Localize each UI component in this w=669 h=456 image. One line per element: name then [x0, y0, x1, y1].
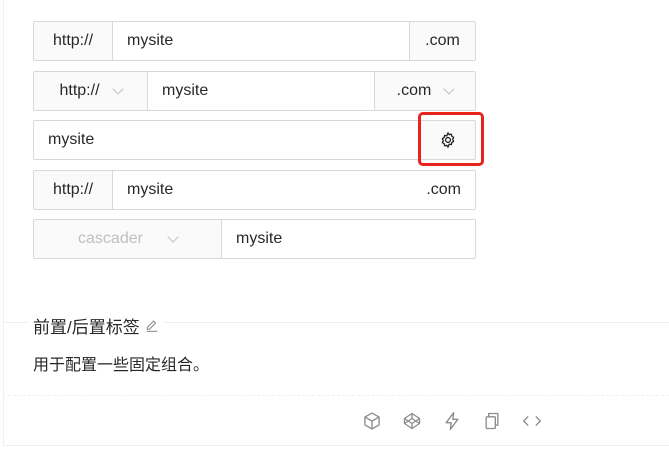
prefix-addon: http://: [33, 170, 113, 210]
section-title-text: 前置/后置标签: [33, 318, 140, 337]
cascader-placeholder: cascader: [78, 230, 143, 247]
copy-icon[interactable]: [480, 409, 504, 433]
domain-select-value: .com: [396, 82, 432, 99]
site-input[interactable]: mysite: [113, 21, 409, 61]
edit-icon[interactable]: [144, 318, 160, 334]
input-group-addon: http:// mysite .com: [33, 21, 476, 61]
input-group-cascader: cascader mysite: [33, 219, 476, 259]
suffix-addon: .com: [409, 21, 476, 61]
site-input[interactable]: mysite: [222, 219, 476, 259]
highlight-box: [418, 112, 484, 166]
input-suffix: .com: [426, 181, 461, 198]
site-input-value: mysite: [236, 230, 283, 247]
chevron-down-icon: [443, 82, 455, 95]
site-input[interactable]: mysite: [33, 120, 419, 160]
section-title: 前置/后置标签: [29, 313, 164, 338]
section-description: 用于配置一些固定组合。: [33, 357, 210, 374]
prefix-addon-label: http://: [52, 181, 94, 198]
site-input-value: mysite: [127, 181, 174, 198]
actions-divider: [3, 395, 669, 396]
codepen-icon[interactable]: [400, 409, 424, 433]
protocol-select-value: http://: [59, 82, 100, 99]
input-group-settings: mysite: [33, 120, 476, 160]
code-icon[interactable]: [520, 409, 544, 433]
chevron-down-icon: [167, 230, 179, 243]
prefix-addon-label: http://: [52, 32, 94, 49]
site-input-with-suffix[interactable]: mysite .com: [113, 170, 476, 210]
input-group-affix: http:// mysite .com: [33, 170, 476, 210]
site-input-value: mysite: [162, 82, 209, 99]
site-input-value: mysite: [127, 32, 174, 49]
codesandbox-icon[interactable]: [360, 409, 384, 433]
domain-select[interactable]: .com: [374, 71, 476, 111]
suffix-addon-label: .com: [425, 32, 460, 49]
site-input[interactable]: mysite: [148, 71, 374, 111]
prefix-addon: http://: [33, 21, 113, 61]
protocol-select[interactable]: http://: [33, 71, 148, 111]
stackblitz-icon[interactable]: [440, 409, 464, 433]
site-input-value: mysite: [48, 131, 95, 148]
code-actions: [360, 408, 544, 434]
cascader-select[interactable]: cascader: [33, 219, 222, 259]
input-group-select: http:// mysite .com: [33, 71, 476, 111]
chevron-down-icon: [111, 82, 124, 95]
